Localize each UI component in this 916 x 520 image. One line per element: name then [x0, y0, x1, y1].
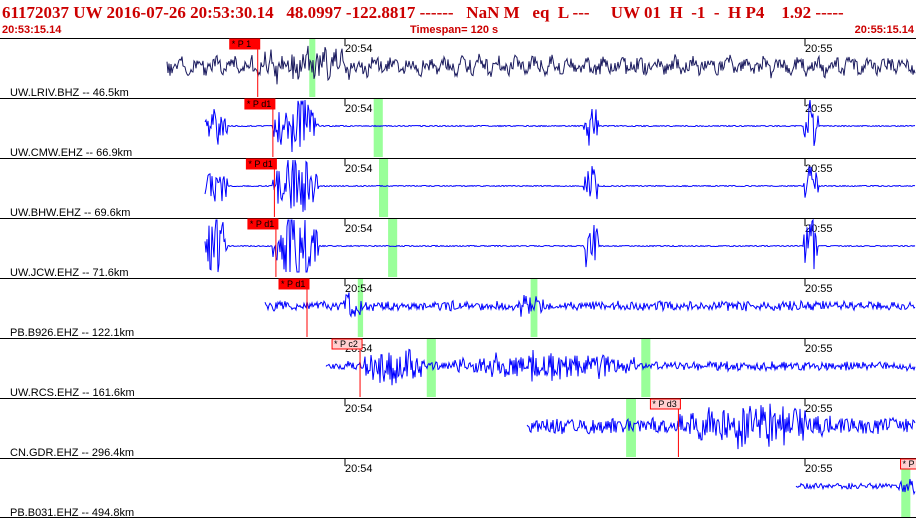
time-label: 20:55 [805, 403, 833, 415]
waveform-trace [204, 159, 916, 212]
waveform-trace [204, 99, 916, 153]
pick-label: * P d3 [652, 399, 676, 409]
time-label: 20:55 [805, 283, 833, 295]
trace-panel[interactable]: 20:54 20:55 * P 1 UW.LRIV.BHZ -- 46.5km 20:5… [0, 38, 916, 520]
channel-label: CN.GDR.EHZ -- 296.4km [10, 447, 134, 459]
time-label: 20:54 [345, 403, 373, 415]
green-window [388, 219, 398, 277]
time-label: 20:54 [345, 223, 373, 235]
pick-label: * P 1 [232, 39, 251, 49]
pick-label: * P 0 [903, 459, 916, 469]
time-label: 20:55 [805, 463, 833, 475]
green-window [626, 399, 636, 457]
green-window [426, 339, 436, 397]
channel-label: UW.LRIV.BHZ -- 46.5km [10, 87, 129, 99]
green-window [373, 99, 383, 157]
channel-label: UW.BHW.EHZ -- 69.6km [10, 207, 130, 219]
pick-label: * P d1 [281, 279, 305, 289]
end-time: 20:55:15.14 [854, 24, 914, 36]
channel-label: PB.B926.EHZ -- 122.1km [10, 327, 134, 339]
start-time: 20:53:15.14 [2, 24, 62, 36]
waveform-trace [166, 45, 916, 85]
time-label: 20:54 [345, 43, 373, 55]
pick-label: * P d1 [248, 159, 272, 169]
waveform-trace [526, 403, 916, 450]
time-label: 20:55 [805, 43, 833, 55]
waveform-trace [795, 479, 916, 496]
channel-label: UW.RCS.EHZ -- 161.6km [10, 387, 135, 399]
green-window [379, 159, 389, 217]
time-label: 20:54 [345, 463, 373, 475]
event-header: 61172037 UW 2016-07-26 20:53:30.14 48.09… [0, 0, 916, 38]
timespan-label: Timespan= 120 s [410, 24, 499, 36]
time-label: 20:54 [345, 163, 373, 175]
channel-label: UW.JCW.EHZ -- 71.6km [10, 267, 129, 279]
channel-label: UW.CMW.EHZ -- 66.9km [10, 147, 132, 159]
pick-label: * P d1 [247, 99, 271, 109]
time-label: 20:55 [805, 343, 833, 355]
event-summary: 61172037 UW 2016-07-26 20:53:30.14 48.09… [2, 3, 844, 22]
pick-label: * P c2 [334, 339, 358, 349]
time-label: 20:54 [345, 103, 373, 115]
pick-label: * P d1 [250, 219, 274, 229]
